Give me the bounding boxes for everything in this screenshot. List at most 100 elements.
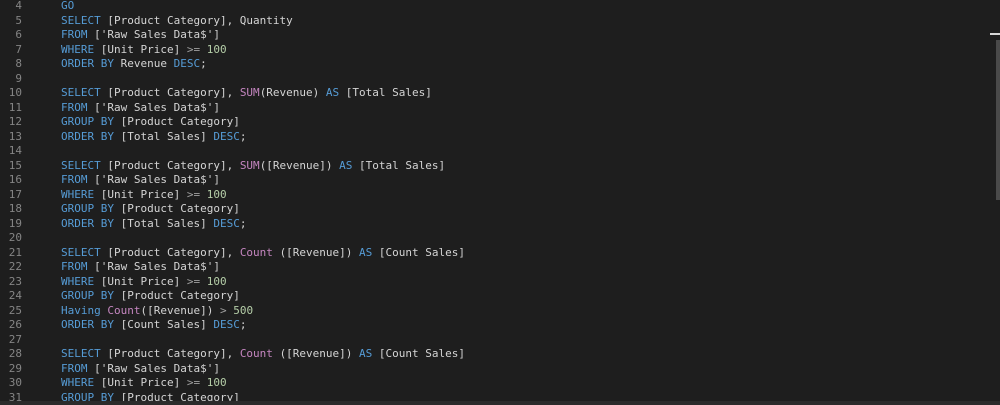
code-token: ([Revenue]) bbox=[140, 303, 220, 317]
code-line[interactable]: 8 ORDER BY Revenue DESC; bbox=[0, 57, 206, 72]
code-line[interactable]: 24 GROUP BY [Product Category] bbox=[0, 289, 240, 304]
code-token: [Product Category], Quantity bbox=[107, 13, 293, 27]
code-line[interactable]: 7 WHERE [Unit Price] >= 100 bbox=[0, 43, 226, 58]
code-line[interactable]: 22 FROM ['Raw Sales Data$'] bbox=[0, 260, 220, 275]
code-line[interactable]: 18 GROUP BY [Product Category] bbox=[0, 202, 240, 217]
code-text: SELECT [Product Category], SUM([Revenue]… bbox=[61, 159, 445, 174]
code-token: [Product Category], bbox=[107, 86, 240, 99]
code-line[interactable]: 26 ORDER BY [Count Sales] DESC; bbox=[0, 318, 247, 333]
code-line[interactable]: 15 SELECT [Product Category], SUM([Revenu… bbox=[0, 159, 445, 174]
code-line[interactable]: 9 bbox=[0, 72, 22, 87]
code-token: ['Raw Sales Data$'] bbox=[94, 28, 220, 41]
code-token: AS bbox=[359, 347, 379, 360]
line-number: 23 bbox=[8, 274, 22, 288]
code-editor[interactable]: 4 GO 5 SELECT [Product Category], Quantity 6… bbox=[0, 0, 1000, 405]
code-line[interactable]: 11 FROM ['Raw Sales Data$'] bbox=[0, 100, 220, 116]
code-token: (Revenue) bbox=[259, 86, 326, 99]
code-token: SELECT bbox=[61, 13, 108, 27]
code-line[interactable]: 17 WHERE [Unit Price] >= 100 bbox=[0, 188, 227, 203]
code-text: GROUP BY [Product Category] bbox=[61, 202, 240, 217]
line-number: 27 bbox=[8, 332, 22, 346]
code-text: ORDER BY [Count Sales] DESC; bbox=[61, 318, 246, 333]
code-text: FROM ['Raw Sales Data$'] bbox=[61, 173, 220, 188]
line-number: 6 bbox=[15, 28, 22, 41]
code-text: WHERE [Unit Price] >= 100 bbox=[61, 43, 227, 58]
code-token: [Product Category], bbox=[107, 158, 240, 172]
code-token: FROM bbox=[61, 28, 95, 41]
code-token: ['Raw Sales Data$'] bbox=[94, 173, 220, 186]
line-number: 25 bbox=[8, 303, 22, 317]
code-token: ([Revenue]) bbox=[259, 158, 340, 172]
code-line[interactable]: 20 bbox=[0, 231, 22, 246]
horizontal-scrollbar[interactable] bbox=[0, 401, 1000, 405]
code-line[interactable]: 4 GO bbox=[0, 0, 74, 14]
code-token: SUM bbox=[239, 86, 260, 99]
code-line[interactable]: 28 SELECT [Product Category], Count ([Rev… bbox=[0, 347, 465, 362]
line-number: 29 bbox=[8, 361, 22, 375]
code-token: ORDER BY bbox=[61, 129, 121, 143]
code-line[interactable]: 16 FROM ['Raw Sales Data$'] bbox=[0, 173, 220, 188]
line-number: 9 bbox=[15, 71, 22, 85]
code-token: FROM bbox=[61, 100, 95, 114]
code-text: GROUP BY [Product Category] bbox=[61, 115, 240, 130]
code-text: FROM ['Raw Sales Data$'] bbox=[61, 28, 220, 43]
code-line[interactable]: 5 SELECT [Product Category], Quantity bbox=[0, 14, 292, 29]
code-token: ['Raw Sales Data$'] bbox=[94, 100, 220, 114]
code-token: [Count Sales] bbox=[378, 245, 466, 259]
code-line[interactable]: 13 ORDER BY [Total Sales] DESC; bbox=[0, 130, 247, 145]
code-token: ORDER BY bbox=[61, 216, 121, 230]
code-token: 100 bbox=[206, 376, 227, 389]
code-line[interactable]: 27 bbox=[0, 333, 22, 348]
code-token: 100 bbox=[206, 42, 227, 56]
code-line[interactable]: 12 GROUP BY [Product Category] bbox=[0, 115, 240, 130]
code-token: [Total Sales] bbox=[359, 158, 446, 172]
line-number: 10 bbox=[8, 86, 22, 99]
line-number: 21 bbox=[8, 245, 22, 259]
code-token: >= bbox=[186, 274, 207, 288]
line-number: 24 bbox=[8, 289, 22, 302]
line-number: 14 bbox=[8, 144, 22, 157]
code-text: Having Count([Revenue]) > 500 bbox=[61, 304, 253, 319]
code-line[interactable]: 19 ORDER BY [Total Sales] DESC; bbox=[0, 216, 247, 232]
code-line[interactable]: 14 bbox=[0, 144, 22, 159]
code-token: ['Raw Sales Data$'] bbox=[94, 361, 220, 375]
code-token: Count bbox=[239, 245, 280, 259]
code-token: GROUP BY bbox=[61, 289, 121, 302]
code-token: >= bbox=[186, 187, 207, 201]
code-text: GO bbox=[61, 0, 74, 14]
code-token: Count bbox=[239, 347, 280, 360]
code-text: FROM ['Raw Sales Data$'] bbox=[61, 101, 220, 116]
code-token: ; bbox=[239, 216, 247, 230]
code-token: WHERE bbox=[61, 42, 101, 56]
code-token: [Total Sales] bbox=[345, 86, 432, 99]
line-number: 19 bbox=[8, 216, 22, 230]
code-token: Count bbox=[107, 303, 141, 317]
code-line[interactable]: 21 SELECT [Product Category], Count ([Rev… bbox=[0, 245, 465, 261]
code-token: >= bbox=[186, 42, 207, 56]
code-token: DESC bbox=[213, 216, 240, 230]
code-line[interactable]: 29 FROM ['Raw Sales Data$'] bbox=[0, 361, 220, 377]
code-token: [Product Category], bbox=[107, 245, 240, 259]
code-line[interactable]: 10 SELECT [Product Category], SUM(Revenue… bbox=[0, 86, 432, 101]
code-line[interactable]: 23 WHERE [Unit Price] >= 100 bbox=[0, 274, 227, 290]
code-line[interactable]: 6 FROM ['Raw Sales Data$'] bbox=[0, 28, 220, 43]
code-text: WHERE [Unit Price] >= 100 bbox=[61, 275, 227, 290]
code-text: SELECT [Product Category], SUM(Revenue) … bbox=[61, 86, 432, 101]
code-token: ([Revenue]) bbox=[279, 347, 360, 360]
code-token: AS bbox=[339, 158, 360, 172]
code-token: WHERE bbox=[61, 376, 101, 389]
code-token: 100 bbox=[206, 187, 227, 201]
code-token: SELECT bbox=[61, 347, 108, 360]
code-token: [Unit Price] bbox=[100, 42, 187, 56]
code-token: FROM bbox=[61, 173, 95, 186]
code-line[interactable]: 30 WHERE [Unit Price] >= 100 bbox=[0, 376, 227, 391]
line-number: 11 bbox=[8, 100, 22, 114]
code-text: ORDER BY [Total Sales] DESC; bbox=[61, 217, 246, 232]
code-token: SELECT bbox=[61, 86, 108, 99]
code-line[interactable]: 25 Having Count([Revenue]) > 500 bbox=[0, 303, 253, 319]
code-token: 500 bbox=[233, 303, 254, 317]
code-token: SUM bbox=[239, 158, 260, 172]
vertical-scrollbar[interactable] bbox=[996, 40, 1000, 200]
code-token: [Total Sales] bbox=[120, 129, 214, 143]
line-number: 30 bbox=[8, 376, 22, 389]
